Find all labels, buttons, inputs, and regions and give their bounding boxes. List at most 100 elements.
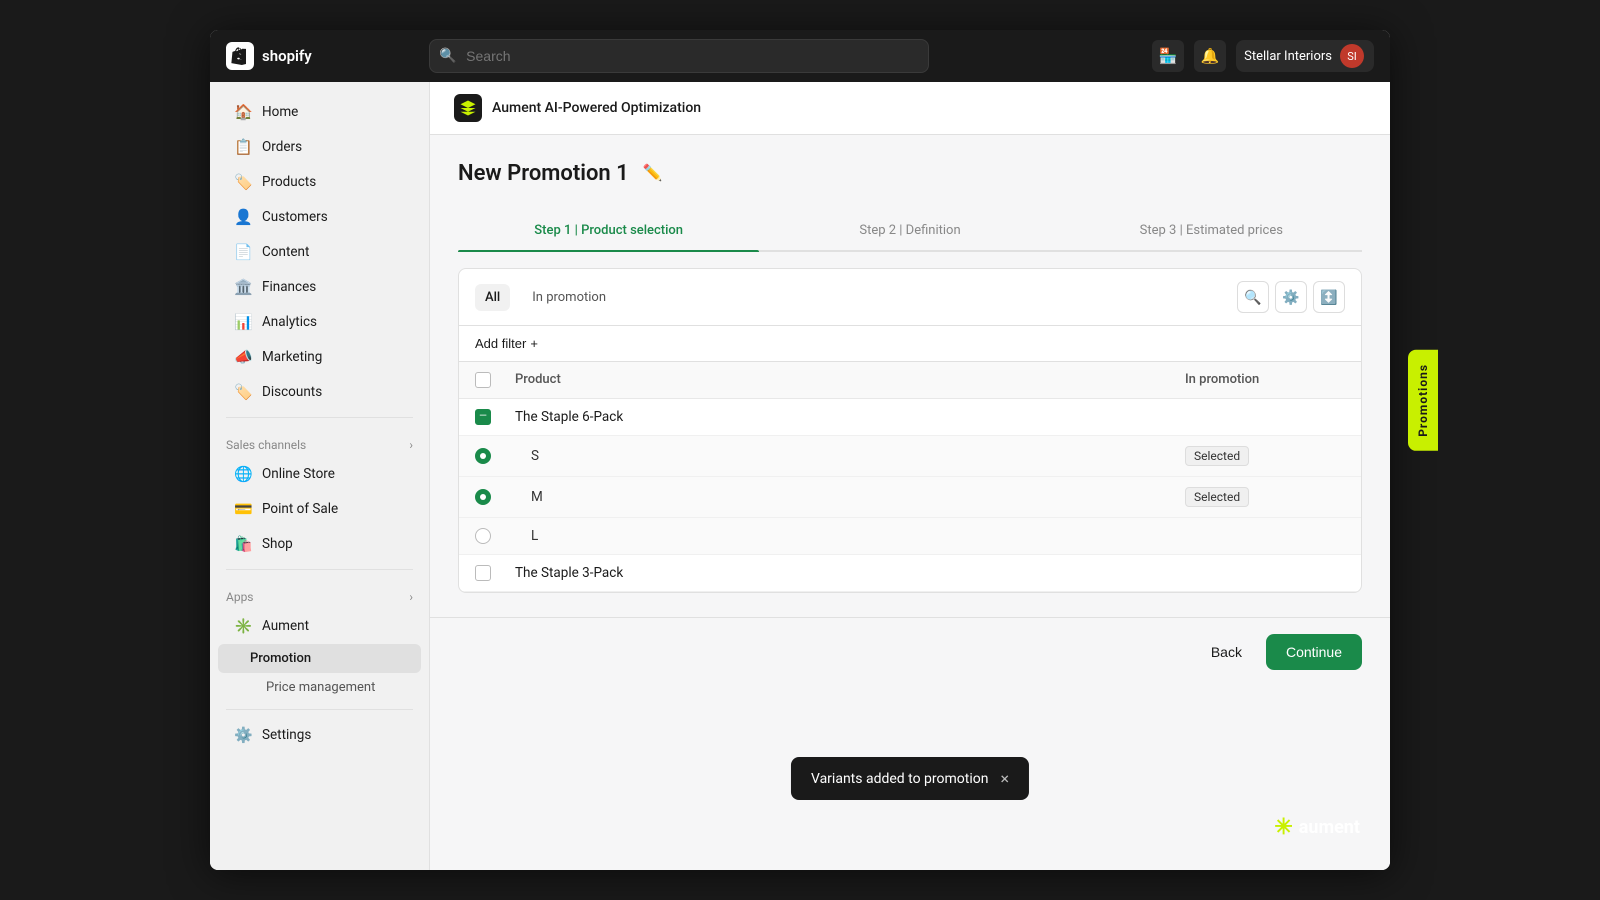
step-3[interactable]: Step 3 | Estimated prices	[1061, 211, 1362, 250]
filter-row: Add filter +	[459, 326, 1361, 362]
sidebar-divider-1	[226, 417, 413, 418]
orders-icon: 📋	[234, 138, 252, 156]
continue-button[interactable]: Continue	[1266, 634, 1362, 670]
l-variant-checkbox[interactable]	[475, 528, 491, 544]
sidebar-item-analytics[interactable]: 📊 Analytics	[218, 305, 421, 339]
tab-in-promotion[interactable]: In promotion	[522, 284, 616, 311]
content-icon: 📄	[234, 243, 252, 261]
sidebar-item-products[interactable]: 🏷️ Products	[218, 165, 421, 199]
search-filter-button[interactable]: 🔍	[1237, 281, 1269, 313]
settings-icon: ⚙️	[234, 726, 252, 744]
s-variant-checkbox[interactable]	[475, 448, 491, 464]
bottom-bar: Back Continue	[430, 617, 1390, 686]
staple-6-pack-checkbox[interactable]	[475, 409, 491, 425]
row-checkbox-cell	[475, 409, 515, 425]
table-row: The Staple 3-Pack	[459, 555, 1361, 592]
toast-message: Variants added to promotion	[811, 771, 989, 787]
promotions-side-tab-wrapper: Promotions	[1408, 350, 1438, 451]
add-filter-plus-icon: +	[530, 336, 538, 351]
staple-3-pack-name: The Staple 3-Pack	[515, 565, 1185, 581]
sidebar-item-orders[interactable]: 📋 Orders	[218, 130, 421, 164]
sidebar-label-point-of-sale: Point of Sale	[262, 501, 338, 517]
sidebar-item-shop[interactable]: 🛍️ Shop	[218, 527, 421, 561]
search-icon: 🔍	[439, 48, 456, 64]
product-table: All In promotion 🔍 ⚙️ ↕️	[458, 268, 1362, 593]
sidebar-item-aument[interactable]: ✳️ Aument	[218, 609, 421, 643]
m-variant-checkbox[interactable]	[475, 489, 491, 505]
add-filter-button[interactable]: Add filter +	[475, 336, 538, 351]
toast-close-button[interactable]: ×	[1000, 769, 1009, 788]
shopify-logo: shopify	[226, 42, 312, 70]
m-variant-name: M	[515, 489, 1185, 505]
sidebar-label-analytics: Analytics	[262, 314, 317, 330]
sales-channels-expand-icon[interactable]: ›	[409, 438, 413, 452]
staple-6-pack-name: The Staple 6-Pack	[515, 409, 1185, 425]
sidebar-item-marketing[interactable]: 📣 Marketing	[218, 340, 421, 374]
sidebar-label-settings: Settings	[262, 727, 311, 743]
sales-channels-section: Sales channels ›	[210, 426, 429, 456]
promotions-side-tab[interactable]: Promotions	[1408, 350, 1438, 451]
marketing-icon: 📣	[234, 348, 252, 366]
l-variant-name: L	[515, 528, 1185, 544]
sidebar-label-online-store: Online Store	[262, 466, 335, 482]
sidebar-label-finances: Finances	[262, 279, 316, 295]
step-1[interactable]: Step 1 | Product selection	[458, 211, 759, 250]
filter-button[interactable]: ⚙️	[1275, 281, 1307, 313]
store-name: Stellar Interiors	[1244, 49, 1332, 64]
store-badge[interactable]: Stellar Interiors SI	[1236, 40, 1374, 72]
sidebar-divider-2	[226, 569, 413, 570]
sidebar-item-point-of-sale[interactable]: 💳 Point of Sale	[218, 492, 421, 526]
s-variant-in-promotion: Selected	[1185, 446, 1345, 466]
staple-3-pack-checkbox[interactable]	[475, 565, 491, 581]
search-input[interactable]	[429, 39, 929, 73]
sidebar: 🏠 Home 📋 Orders 🏷️ Products 👤 Customers	[210, 82, 430, 870]
apps-label: Apps	[226, 590, 254, 604]
table-row: S Selected	[459, 436, 1361, 477]
home-icon: 🏠	[234, 103, 252, 121]
sidebar-item-price-management[interactable]: Price management	[218, 674, 421, 701]
store-icon-button[interactable]: 🏪	[1152, 40, 1184, 72]
table-toolbar: All In promotion 🔍 ⚙️ ↕️	[459, 269, 1361, 326]
products-icon: 🏷️	[234, 173, 252, 191]
apps-expand-icon[interactable]: ›	[409, 590, 413, 604]
customers-icon: 👤	[234, 208, 252, 226]
store-avatar: SI	[1340, 44, 1364, 68]
sidebar-item-customers[interactable]: 👤 Customers	[218, 200, 421, 234]
row-checkbox-cell	[475, 528, 515, 544]
page-content: New Promotion 1 ✏️ Step 1 | Product sele…	[430, 135, 1390, 617]
table-row: M Selected	[459, 477, 1361, 518]
step-1-label: Step 1 | Product selection	[534, 223, 683, 238]
table-row: The Staple 6-Pack	[459, 399, 1361, 436]
step-2[interactable]: Step 2 | Definition	[759, 211, 1060, 250]
discounts-icon: 🏷️	[234, 383, 252, 401]
table-row: L	[459, 518, 1361, 555]
s-selected-badge: Selected	[1185, 446, 1249, 466]
sidebar-item-content[interactable]: 📄 Content	[218, 235, 421, 269]
edit-title-button[interactable]: ✏️	[639, 159, 667, 187]
sidebar-label-aument: Aument	[262, 618, 309, 634]
sort-button[interactable]: ↕️	[1313, 281, 1345, 313]
sidebar-item-home[interactable]: 🏠 Home	[218, 95, 421, 129]
sidebar-label-shop: Shop	[262, 536, 293, 552]
topbar: shopify 🔍 🏪 🔔 Stellar Interiors SI	[210, 30, 1390, 82]
sidebar-item-discounts[interactable]: 🏷️ Discounts	[218, 375, 421, 409]
page-title: New Promotion 1	[458, 161, 629, 186]
sidebar-divider-3	[226, 709, 413, 710]
sidebar-item-finances[interactable]: 🏛️ Finances	[218, 270, 421, 304]
sidebar-item-promotion[interactable]: Promotion	[218, 644, 421, 673]
select-all-checkbox[interactable]	[475, 372, 491, 388]
sidebar-label-marketing: Marketing	[262, 349, 322, 365]
notification-bell-button[interactable]: 🔔	[1194, 40, 1226, 72]
toolbar-right: 🔍 ⚙️ ↕️	[1237, 281, 1345, 313]
aument-app-icon	[454, 94, 482, 122]
sidebar-item-online-store[interactable]: 🌐 Online Store	[218, 457, 421, 491]
shopify-logo-text: shopify	[262, 47, 312, 65]
topbar-right: 🏪 🔔 Stellar Interiors SI	[1152, 40, 1374, 72]
sidebar-item-settings[interactable]: ⚙️ Settings	[218, 718, 421, 752]
back-button[interactable]: Back	[1199, 636, 1254, 668]
sidebar-label-orders: Orders	[262, 139, 302, 155]
step-3-label: Step 3 | Estimated prices	[1140, 223, 1283, 238]
tab-all[interactable]: All	[475, 284, 510, 311]
finances-icon: 🏛️	[234, 278, 252, 296]
s-variant-name: S	[515, 448, 1185, 464]
